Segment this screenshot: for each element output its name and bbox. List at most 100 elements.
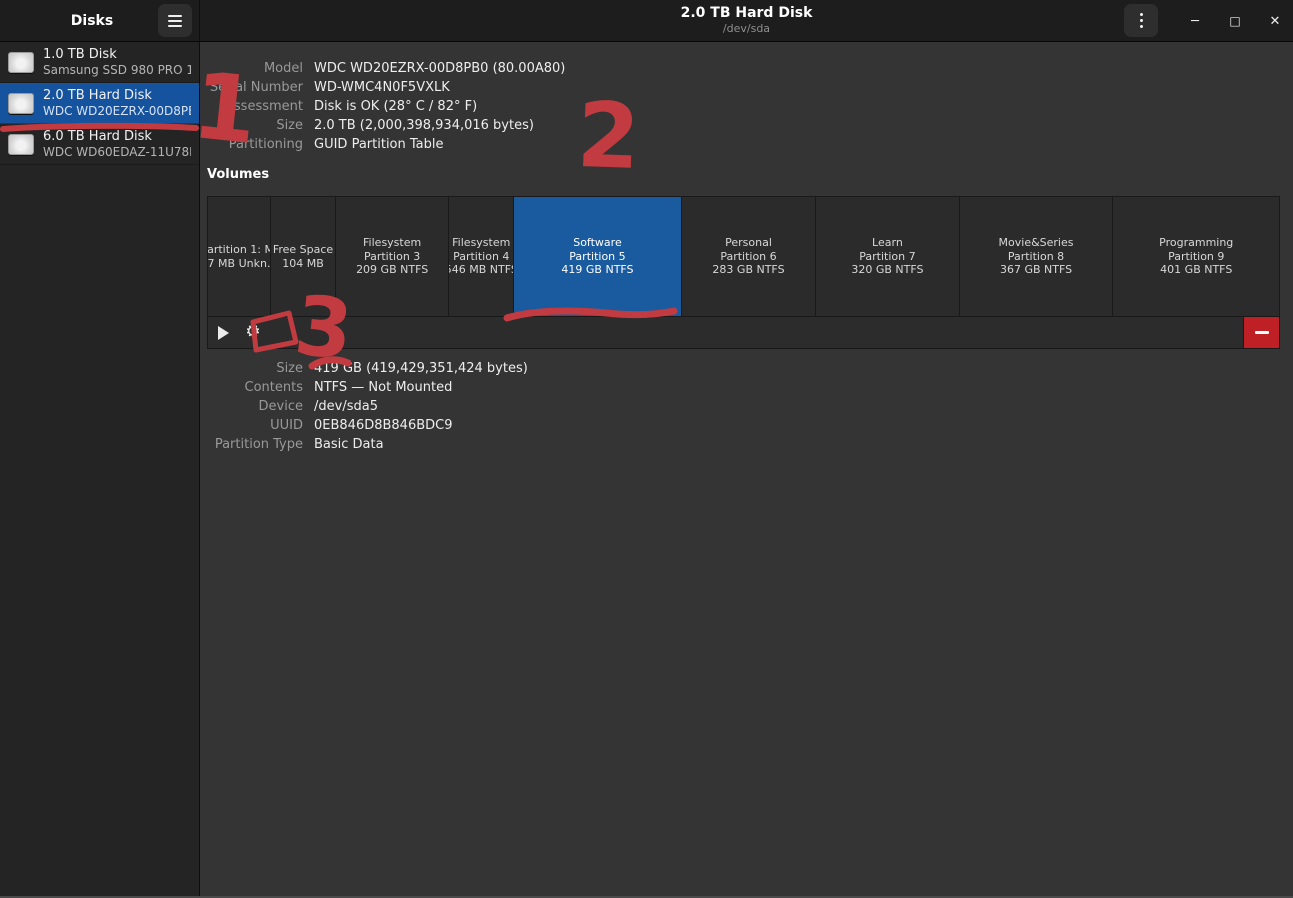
detail-label: Assessment bbox=[207, 97, 303, 116]
detail-label: Size bbox=[207, 359, 303, 378]
hamburger-menu-button[interactable] bbox=[158, 4, 192, 37]
gear-button[interactable]: ⚙ bbox=[238, 317, 268, 348]
detail-value: Basic Data bbox=[314, 435, 384, 454]
detail-row-contents: Contents NTFS — Not Mounted bbox=[207, 378, 1280, 397]
volume-segment-partition-6[interactable]: Personal Partition 6 283 GB NTFS bbox=[682, 197, 817, 316]
app-title: Disks bbox=[0, 13, 158, 29]
detail-value: /dev/sda5 bbox=[314, 397, 378, 416]
volume-label: Partition 5 bbox=[569, 250, 625, 264]
kebab-icon bbox=[1140, 13, 1143, 28]
detail-value: WD-WMC4N0F5VXLK bbox=[314, 78, 450, 97]
volume-segment-partition-7[interactable]: Learn Partition 7 320 GB NTFS bbox=[816, 197, 959, 316]
volume-label: Partition 1: Mi bbox=[208, 243, 271, 257]
drive-options-menu-button[interactable] bbox=[1124, 4, 1158, 37]
detail-label: Contents bbox=[207, 378, 303, 397]
volume-label: Free Space bbox=[273, 243, 333, 257]
detail-label: Partition Type bbox=[207, 435, 303, 454]
minus-icon bbox=[1255, 331, 1269, 334]
volume-segment-partition-4[interactable]: Filesystem Partition 4 546 MB NTFS bbox=[449, 197, 514, 316]
headerbar: Disks 2.0 TB Hard Disk /dev/sda ─ □ ✕ bbox=[0, 0, 1293, 42]
main-header: 2.0 TB Hard Disk /dev/sda ─ □ ✕ bbox=[200, 0, 1293, 41]
mount-play-button[interactable] bbox=[208, 317, 238, 348]
volume-label: 17 MB Unkn... bbox=[208, 257, 271, 271]
detail-row-partitioning: Partitioning GUID Partition Table bbox=[207, 135, 1280, 154]
maximize-icon: □ bbox=[1229, 14, 1240, 28]
volume-label: Partition 3 bbox=[364, 250, 420, 264]
detail-row-uuid: UUID 0EB846D8B846BDC9 bbox=[207, 416, 1280, 435]
maximize-button[interactable]: □ bbox=[1221, 0, 1249, 42]
volume-segment-free-space[interactable]: Free Space 104 MB bbox=[271, 197, 336, 316]
disk-subtitle: WDC WD20EZRX-00D8PB0 bbox=[43, 104, 191, 119]
detail-row-serial: Serial Number WD-WMC4N0F5VXLK bbox=[207, 78, 1280, 97]
volume-label: Learn bbox=[872, 236, 903, 250]
sidebar-item-disk-1tb[interactable]: 1.0 TB Disk Samsung SSD 980 PRO 1TB bbox=[0, 42, 199, 83]
detail-row-device: Device /dev/sda5 bbox=[207, 397, 1280, 416]
detail-value: 2.0 TB (2,000,398,934,016 bytes) bbox=[314, 116, 534, 135]
hard-disk-icon bbox=[8, 134, 34, 155]
hard-disk-icon bbox=[8, 52, 34, 73]
detail-value: Disk is OK (28° C / 82° F) bbox=[314, 97, 477, 116]
detail-label: Model bbox=[207, 59, 303, 78]
disk-subtitle: Samsung SSD 980 PRO 1TB bbox=[43, 63, 191, 78]
volume-toolbar: ⚙ bbox=[207, 317, 1280, 349]
gear-icon: ⚙ bbox=[245, 324, 260, 341]
volume-segment-partition-1[interactable]: Partition 1: Mi 17 MB Unkn... bbox=[208, 197, 271, 316]
sidebar-header: Disks bbox=[0, 0, 200, 41]
disks-app-window: Disks 2.0 TB Hard Disk /dev/sda ─ □ ✕ bbox=[0, 0, 1293, 898]
detail-value: 0EB846D8B846BDC9 bbox=[314, 416, 453, 435]
detail-row-partition-type: Partition Type Basic Data bbox=[207, 435, 1280, 454]
volume-label: 419 GB NTFS bbox=[561, 263, 633, 277]
volume-segment-partition-3[interactable]: Filesystem Partition 3 209 GB NTFS bbox=[336, 197, 449, 316]
minimize-button[interactable]: ─ bbox=[1181, 0, 1209, 42]
detail-row-size: Size 419 GB (419,429,351,424 bytes) bbox=[207, 359, 1280, 378]
detail-label: Partitioning bbox=[207, 135, 303, 154]
detail-row-assessment: Assessment Disk is OK (28° C / 82° F) bbox=[207, 97, 1280, 116]
disk-title: 1.0 TB Disk bbox=[43, 46, 191, 63]
volume-details: Size 419 GB (419,429,351,424 bytes) Cont… bbox=[207, 359, 1280, 454]
volume-label: 367 GB NTFS bbox=[1000, 263, 1072, 277]
volume-label: Movie&Series bbox=[999, 236, 1074, 250]
disk-subtitle: WDC WD60EDAZ-11U78B0 bbox=[43, 145, 191, 160]
volume-label: Partition 9 bbox=[1168, 250, 1224, 264]
volume-label: Partition 7 bbox=[859, 250, 915, 264]
volume-label: 209 GB NTFS bbox=[356, 263, 428, 277]
detail-value: NTFS — Not Mounted bbox=[314, 378, 452, 397]
volume-label: Partition 6 bbox=[720, 250, 776, 264]
volume-label: 283 GB NTFS bbox=[712, 263, 784, 277]
volume-segment-partition-9[interactable]: Programming Partition 9 401 GB NTFS bbox=[1113, 197, 1279, 316]
partition-bar: Partition 1: Mi 17 MB Unkn... Free Space… bbox=[207, 196, 1280, 317]
volumes-widget: Partition 1: Mi 17 MB Unkn... Free Space… bbox=[207, 196, 1280, 349]
volume-segment-partition-8[interactable]: Movie&Series Partition 8 367 GB NTFS bbox=[960, 197, 1114, 316]
hard-disk-icon bbox=[8, 93, 34, 114]
volume-segment-partition-5[interactable]: Software Partition 5 419 GB NTFS bbox=[514, 197, 681, 316]
detail-label: Device bbox=[207, 397, 303, 416]
disk-list-sidebar: 1.0 TB Disk Samsung SSD 980 PRO 1TB 2.0 … bbox=[0, 42, 200, 896]
disk-detail-pane: Model WDC WD20EZRX-00D8PB0 (80.00A80) Se… bbox=[200, 42, 1293, 896]
delete-partition-button[interactable] bbox=[1243, 317, 1279, 348]
minimize-icon: ─ bbox=[1191, 14, 1199, 29]
detail-value: 419 GB (419,429,351,424 bytes) bbox=[314, 359, 528, 378]
disk-details: Model WDC WD20EZRX-00D8PB0 (80.00A80) Se… bbox=[207, 59, 1280, 154]
sidebar-item-disk-6tb[interactable]: 6.0 TB Hard Disk WDC WD60EDAZ-11U78B0 bbox=[0, 124, 199, 165]
volume-label: 104 MB bbox=[282, 257, 324, 271]
detail-row-size: Size 2.0 TB (2,000,398,934,016 bytes) bbox=[207, 116, 1280, 135]
volume-label: Filesystem bbox=[363, 236, 421, 250]
sidebar-item-disk-2tb[interactable]: 2.0 TB Hard Disk WDC WD20EZRX-00D8PB0 bbox=[0, 83, 199, 124]
volume-label: Partition 8 bbox=[1008, 250, 1064, 264]
disk-title: 6.0 TB Hard Disk bbox=[43, 128, 191, 145]
disk-title: 2.0 TB Hard Disk bbox=[43, 87, 191, 104]
detail-label: Serial Number bbox=[207, 78, 303, 97]
toolbar-spacer bbox=[268, 317, 1243, 348]
detail-label: Size bbox=[207, 116, 303, 135]
detail-row-model: Model WDC WD20EZRX-00D8PB0 (80.00A80) bbox=[207, 59, 1280, 78]
volume-label: Partition 4 bbox=[453, 250, 509, 264]
close-button[interactable]: ✕ bbox=[1261, 0, 1289, 42]
close-icon: ✕ bbox=[1270, 14, 1281, 29]
volumes-section-title: Volumes bbox=[207, 167, 1280, 182]
volume-label: Programming bbox=[1159, 236, 1233, 250]
detail-value: WDC WD20EZRX-00D8PB0 (80.00A80) bbox=[314, 59, 565, 78]
play-icon bbox=[218, 326, 229, 340]
volume-label: 320 GB NTFS bbox=[851, 263, 923, 277]
volume-label: 401 GB NTFS bbox=[1160, 263, 1232, 277]
volume-label: 546 MB NTFS bbox=[449, 263, 514, 277]
